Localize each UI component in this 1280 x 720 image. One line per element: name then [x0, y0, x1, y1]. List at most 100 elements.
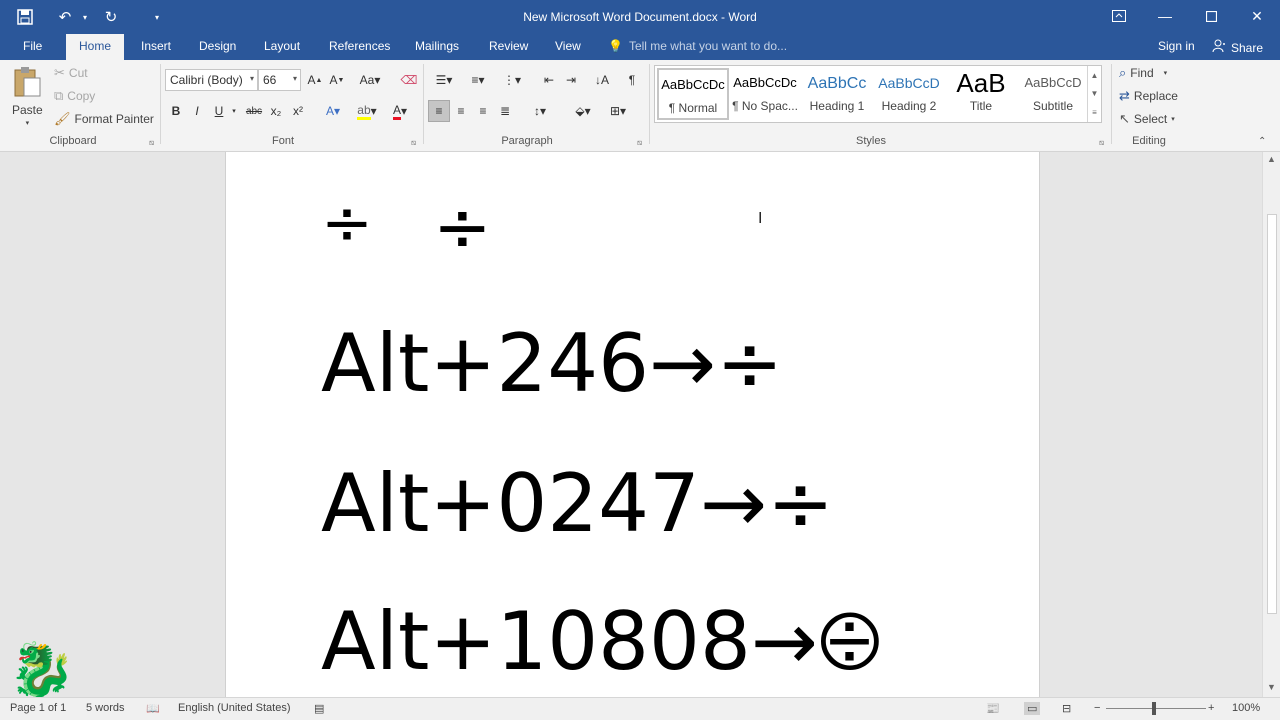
styles-gallery: AaBbCcDc ¶ Normal AaBbCcDc ¶ No Spac... …	[654, 65, 1102, 123]
status-bar: Page 1 of 1 5 words 📖 English (United St…	[0, 697, 1280, 720]
language-indicator[interactable]: English (United States)	[178, 702, 291, 714]
underline-button[interactable]: U	[208, 100, 230, 122]
zoom-in-icon[interactable]: +	[1208, 702, 1214, 714]
zoom-slider-track[interactable]	[1106, 708, 1206, 709]
replace-button[interactable]: ⇄ Replace	[1119, 88, 1178, 104]
document-line-1: Alt+246→÷	[321, 317, 784, 410]
tab-mailings[interactable]: Mailings	[402, 34, 472, 60]
ribbon-display-icon[interactable]	[1096, 0, 1142, 32]
zoom-slider-thumb[interactable]	[1152, 702, 1156, 715]
proofing-icon[interactable]: 📖	[146, 702, 160, 715]
font-family-combo[interactable]: Calibri (Body) ▾	[165, 69, 258, 91]
style-title[interactable]: AaB Title	[945, 68, 1017, 120]
collapse-ribbon-icon[interactable]: ⌃	[1258, 136, 1266, 147]
show-formatting-marks-icon[interactable]: ¶	[621, 69, 643, 91]
more-styles-icon[interactable]: ≡	[1092, 108, 1097, 117]
superscript-button[interactable]: x²	[287, 100, 309, 122]
numbering-icon[interactable]: ≡▾	[462, 69, 494, 91]
paste-label: Paste	[12, 103, 43, 117]
select-button[interactable]: ↖ Select ▾	[1119, 111, 1175, 127]
shrink-font-icon[interactable]: A ▼	[326, 69, 348, 91]
maximize-icon[interactable]	[1188, 0, 1234, 32]
align-left-icon[interactable]: ≡	[428, 100, 450, 122]
shading-icon[interactable]: ⬙▾	[567, 100, 599, 122]
style-preview: AaBbCcD	[1024, 75, 1082, 90]
font-dialog-launcher-icon[interactable]: ⧅	[411, 138, 416, 148]
chevron-down-icon[interactable]: ▼	[1091, 89, 1099, 98]
align-right-icon[interactable]: ≡	[472, 100, 494, 122]
styles-scroll[interactable]: ▲ ▼ ≡	[1087, 66, 1101, 122]
document-page[interactable]: ÷ ÷ Alt+246→÷ Alt+0247→÷ Alt+10808→⨸ I	[225, 152, 1040, 697]
subscript-button[interactable]: x₂	[265, 100, 287, 122]
style-no-spacing[interactable]: AaBbCcDc ¶ No Spac...	[729, 68, 801, 120]
highlight-color-icon[interactable]: ab ▾	[352, 100, 382, 122]
paste-button[interactable]: Paste ▾	[12, 66, 43, 127]
format-painter-button[interactable]: 🖌 Format Painter	[54, 111, 154, 127]
paragraph-dialog-launcher-icon[interactable]: ⧅	[637, 138, 642, 148]
grow-font-icon[interactable]: A ▲	[304, 69, 326, 91]
tab-home[interactable]: Home	[66, 34, 125, 60]
chevron-down-icon: ▾	[1171, 116, 1175, 123]
decrease-indent-icon[interactable]: ⇤	[538, 69, 560, 91]
close-icon[interactable]: ✕	[1234, 0, 1280, 32]
sort-icon[interactable]: ↓A	[591, 69, 613, 91]
increase-indent-icon[interactable]: ⇥	[560, 69, 582, 91]
strikethrough-button[interactable]: abc	[243, 100, 265, 122]
zoom-level[interactable]: 100%	[1232, 702, 1260, 714]
copy-button[interactable]: ⧉ Copy	[54, 88, 95, 104]
italic-button[interactable]: I	[186, 100, 208, 122]
bold-button[interactable]: B	[165, 100, 187, 122]
word-count[interactable]: 5 words	[86, 702, 125, 714]
print-layout-icon[interactable]: ▭	[1024, 702, 1041, 715]
scroll-thumb[interactable]	[1267, 214, 1277, 614]
page-count[interactable]: Page 1 of 1	[10, 702, 66, 714]
change-case-icon[interactable]: Aa▾	[355, 69, 385, 91]
font-color-icon[interactable]: A ▾	[385, 100, 415, 122]
tab-layout[interactable]: Layout	[251, 34, 313, 60]
borders-icon[interactable]: ⊞▾	[602, 100, 634, 122]
bullets-icon[interactable]: ☰▾	[428, 69, 460, 91]
read-mode-icon[interactable]: 📰	[986, 702, 1000, 715]
tab-review[interactable]: Review	[476, 34, 541, 60]
style-normal[interactable]: AaBbCcDc ¶ Normal	[657, 68, 729, 120]
web-layout-icon[interactable]: ⊟	[1062, 702, 1071, 715]
vertical-scrollbar[interactable]: ▲ ▼	[1262, 152, 1280, 697]
scroll-up-icon[interactable]: ▲	[1267, 154, 1276, 164]
zoom-out-icon[interactable]: −	[1094, 702, 1100, 714]
clear-formatting-icon[interactable]: ⌫	[398, 69, 420, 91]
find-button[interactable]: ⌕ Find ▾	[1119, 65, 1167, 81]
clipboard-dialog-launcher-icon[interactable]: ⧅	[149, 138, 154, 148]
tab-view[interactable]: View	[542, 34, 594, 60]
minimize-icon[interactable]: —	[1142, 0, 1188, 32]
macro-record-icon[interactable]: ▤	[314, 702, 324, 715]
style-heading-1[interactable]: AaBbCc Heading 1	[801, 68, 873, 120]
share-button[interactable]: Share	[1212, 39, 1263, 56]
style-preview: AaBbCcDc	[733, 75, 797, 90]
font-size-combo[interactable]: 66 ▾	[258, 69, 301, 91]
justify-icon[interactable]: ≣	[494, 100, 516, 122]
group-separator	[649, 64, 650, 144]
tell-me-box[interactable]: 💡 Tell me what you want to do...	[608, 39, 787, 53]
text-effects-icon[interactable]: A▾	[318, 100, 348, 122]
style-subtitle[interactable]: AaBbCcD Subtitle	[1017, 68, 1089, 120]
styles-dialog-launcher-icon[interactable]: ⧅	[1099, 138, 1104, 148]
replace-icon: ⇄	[1119, 88, 1130, 103]
scroll-down-icon[interactable]: ▼	[1267, 682, 1276, 692]
sign-in-link[interactable]: Sign in	[1158, 39, 1195, 53]
chevron-down-icon: ▾	[1163, 70, 1168, 77]
align-center-icon[interactable]: ≡	[450, 100, 472, 122]
tab-insert[interactable]: Insert	[128, 34, 184, 60]
style-name: Heading 2	[881, 99, 937, 113]
cut-button[interactable]: ✂ Cut	[54, 65, 88, 81]
tab-design[interactable]: Design	[186, 34, 249, 60]
multilevel-list-icon[interactable]: ⋮▾	[496, 69, 528, 91]
format-painter-label: Format Painter	[74, 112, 154, 126]
style-heading-2[interactable]: AaBbCcD Heading 2	[873, 68, 945, 120]
paragraph-group-label: Paragraph	[501, 135, 553, 147]
tab-file[interactable]: File	[10, 34, 55, 60]
chevron-up-icon[interactable]: ▲	[1091, 71, 1099, 80]
line-spacing-icon[interactable]: ↕▾	[524, 100, 556, 122]
tab-references[interactable]: References	[316, 34, 403, 60]
underline-dropdown-icon[interactable]: ▾	[228, 100, 240, 122]
lightbulb-icon: 💡	[608, 39, 623, 53]
